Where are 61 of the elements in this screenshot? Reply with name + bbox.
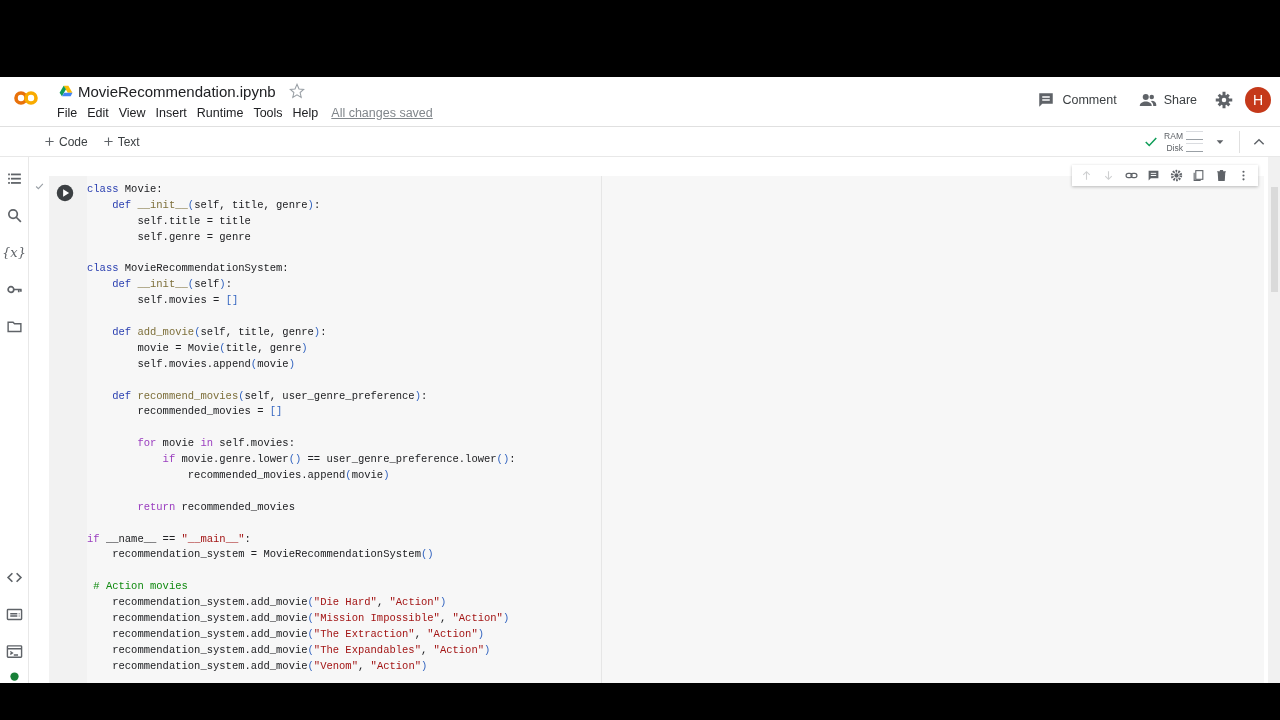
mirror-cell-icon[interactable] (1192, 169, 1205, 182)
disk-meter (1186, 143, 1203, 152)
plus-icon (102, 136, 114, 147)
code-line: def __init__(self, title, genre): (111, 197, 321, 213)
menu-item[interactable]: File (53, 104, 82, 122)
menu-item[interactable]: Edit (83, 104, 113, 122)
menu-item[interactable]: Runtime (192, 104, 248, 122)
menu-item[interactable]: Tools (249, 104, 287, 122)
scrollbar[interactable] (1268, 157, 1280, 683)
notebook-title[interactable]: MovieRecommendation.ipynb (78, 82, 276, 100)
trash-icon[interactable] (1214, 169, 1228, 182)
star-outline-icon[interactable] (288, 83, 305, 99)
run-button[interactable] (56, 184, 74, 202)
settings-icon[interactable] (1215, 91, 1233, 109)
ram-label: RAM (1164, 129, 1183, 142)
code-line: movie = Movie(title, genre) (136, 340, 308, 356)
code-line: if movie.genre.lower() == user_genre_preference.lower(): (161, 452, 516, 468)
code-line: class Movie: (87, 182, 163, 197)
variables-icon[interactable]: {x} (2, 244, 26, 261)
account-avatar[interactable]: H (1245, 87, 1271, 113)
add-cell-button[interactable]: Text (98, 131, 144, 152)
disk-label: Disk (1166, 141, 1183, 154)
people-icon (1138, 91, 1157, 109)
comment-icon[interactable] (1147, 169, 1160, 182)
status-dot-icon (9, 672, 19, 681)
terminal-icon[interactable] (5, 643, 23, 660)
code-line: recommendation_system.add_movie("Die Hard", "Action") (111, 595, 447, 611)
code-line: recommended_movies.append(movie) (186, 468, 390, 484)
menu-item[interactable]: View (114, 104, 150, 122)
command-palette-icon[interactable] (5, 606, 23, 623)
code-line: recommendation_system.add_movie("Mission Impossible", "Action") (111, 611, 510, 627)
save-status-link[interactable]: All changes saved (331, 106, 433, 120)
code-line: recommendation_system.add_movie("Venom", "Action") (111, 658, 428, 674)
code-line: recommendation_system.add_movie("The Extraction", "Action") (111, 626, 485, 642)
comment-button[interactable]: Comment (1029, 87, 1125, 113)
code-line: self.title = title (136, 213, 251, 229)
settings-icon[interactable] (1169, 169, 1183, 182)
code-line: if __name__ == "__main__": (87, 531, 251, 547)
code-line: # Action movies (92, 579, 188, 595)
code-line: recommended_movies = [] (136, 404, 283, 420)
share-button[interactable]: Share (1130, 87, 1205, 113)
code-line: recommendation_system.add_movie("The Expandables", "Action") (111, 642, 491, 658)
drive-icon (59, 84, 73, 98)
code-line: class MovieRecommendationSystem: (87, 261, 289, 277)
code-line: self.movies.append(movie) (136, 356, 295, 372)
comment-icon (1037, 91, 1056, 109)
menu-item[interactable]: Insert (151, 104, 191, 122)
add-cell-button[interactable]: Code (40, 131, 92, 152)
ram-meter (1186, 131, 1203, 140)
code-line: self.movies = [] (136, 293, 239, 309)
code-line: return recommended_movies (136, 499, 295, 515)
code-line: for movie in self.movies: (136, 436, 295, 452)
code-line: def add_movie(self, title, genre): (111, 325, 327, 340)
plus-icon (44, 136, 55, 147)
code-line: def __init__(self): (111, 277, 232, 293)
code-line: recommendation_system = MovieRecommendationSystem() (111, 547, 434, 563)
search-icon[interactable] (5, 207, 23, 224)
code-line: def recommend_movies(self, user_genre_preference): (111, 388, 428, 404)
menu-item[interactable]: Help (288, 104, 323, 122)
code-line: self.genre = genre (136, 229, 251, 245)
resources-indicator[interactable]: RAM Disk (1140, 129, 1207, 154)
